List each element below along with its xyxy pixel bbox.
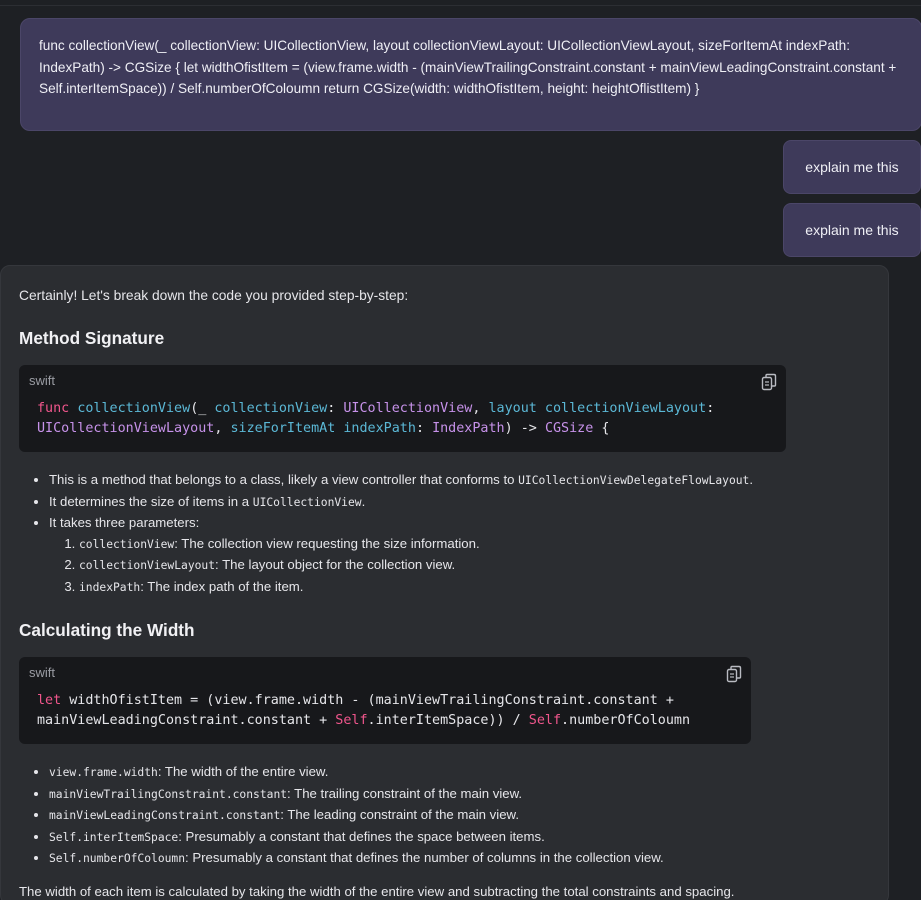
inline-code: mainViewTrailingConstraint.constant [49,787,288,801]
inline-code: UICollectionView [252,495,362,509]
user-message-text: func collectionView(_ collectionView: UI… [39,38,897,96]
code-token: UICollectionView [343,401,473,416]
inline-code: UICollectionViewDelegateFlowLayout [518,474,750,487]
code-token: .numberOfColoumn [561,713,691,728]
user-followup-text: explain me this [805,159,899,175]
list-item-text: This is a method that belongs to a class… [49,472,519,487]
code-token: UICollectionViewLayout [37,421,215,436]
list-item-text: : The layout object for the collection v… [215,557,456,572]
list-item: It determines the size of items in a UIC… [49,492,870,514]
code-token: , [214,421,231,436]
code-token: func [37,401,70,416]
code-token: Self [335,713,368,728]
code-token: ) -> [504,421,545,436]
code-token: Self [528,713,562,728]
code-token: IndexPath [432,421,505,436]
code-language-label: swift [29,665,55,680]
code-token: collectionViewLayout [536,401,707,416]
paragraph-cut-off: The width of each item is calculated by … [19,883,735,899]
user-followup-bubble: explain me this [783,140,921,194]
code-token: CGSize [544,421,594,436]
list-item: collectionView: The collection view requ… [79,534,870,556]
list-item: indexPath: The index path of the item. [79,577,870,599]
code-token: { [593,421,610,436]
list-item-text: : The trailing constraint of the main vi… [287,785,523,801]
parameter-list: collectionView: The collection view requ… [49,534,870,599]
inline-code: collectionViewLayout [79,559,216,572]
section-heading-calculating-width: Calculating the Width [19,620,195,640]
code-language-label: swift [29,373,55,388]
list-item-text: It takes three parameters: [49,515,200,530]
code-token: mainViewLeadingConstraint.constant + [37,713,336,728]
code-token: layout [488,401,537,416]
bullet-list-method-signature: This is a method that belongs to a class… [19,470,870,598]
assistant-message: Certainly! Let's break down the code you… [0,265,889,900]
list-item: mainViewTrailingConstraint.constant: The… [49,784,870,806]
list-item-text: : The collection view requesting the siz… [174,535,480,551]
list-item-text: . [749,472,754,487]
user-followup-text: explain me this [805,222,899,238]
code-token: collectionView [214,401,328,416]
inline-code: view.frame.width [49,766,158,779]
list-item-text: . [361,493,366,509]
code-block-width-calc: swift let widthOfistItem = (view.frame.w… [19,657,751,744]
list-item-text: : The index path of the item. [140,578,304,594]
code-block-method-signature: swift func collectionView(_ collectionVi… [19,365,786,452]
list-item: Self.interItemSpace: Presumably a consta… [49,827,870,849]
list-item-text: : The leading constraint of the main vie… [280,807,519,822]
code-token: : [415,421,433,436]
code-token: indexPath [335,421,416,436]
code-token: collectionView [77,401,191,416]
bullet-list-width-calc: view.frame.width: The width of the entir… [19,762,870,870]
list-item: This is a method that belongs to a class… [49,470,870,492]
list-item: view.frame.width: The width of the entir… [49,762,870,784]
list-item: collectionViewLayout: The layout object … [79,555,870,577]
list-item-text: : The width of the entire view. [157,764,329,779]
user-message-bubble: func collectionView(_ collectionView: UI… [20,18,921,131]
code-content: func collectionView(_ collectionView: UI… [29,399,776,439]
user-followup-bubble: explain me this [783,203,921,257]
code-token: .interItemSpace)) / [367,713,529,728]
list-item-text: : Presumably a constant that defines the… [178,828,545,844]
inline-code: indexPath [79,580,141,594]
list-item: It takes three parameters: collectionVie… [49,513,870,598]
list-item: Self.numberOfColoumn: Presumably a const… [49,848,870,870]
code-token: let [37,693,62,708]
assistant-intro: Certainly! Let's break down the code you… [19,288,409,303]
code-token: : [706,401,715,416]
top-divider [0,0,921,6]
code-token: , [472,401,489,416]
code-token: sizeForItemAt [230,421,336,436]
section-heading-method-signature: Method Signature [19,328,165,348]
copy-icon[interactable] [726,665,742,683]
code-token: (_ [190,401,215,416]
code-token: : [327,401,344,416]
list-item-text: : Presumably a constant that defines the… [185,850,664,865]
inline-code: Self.numberOfColoumn [49,852,186,865]
copy-icon[interactable] [761,373,777,391]
inline-code: mainViewLeadingConstraint.constant [49,809,281,822]
code-token: widthOfistItem = (view.frame.width - (ma… [61,693,674,708]
list-item: mainViewLeadingConstraint.constant: The … [49,805,870,827]
list-item-text: It determines the size of items in a [49,493,253,509]
inline-code: collectionView [79,537,175,551]
inline-code: Self.interItemSpace [49,830,179,844]
code-content: let widthOfistItem = (view.frame.width -… [29,691,741,731]
